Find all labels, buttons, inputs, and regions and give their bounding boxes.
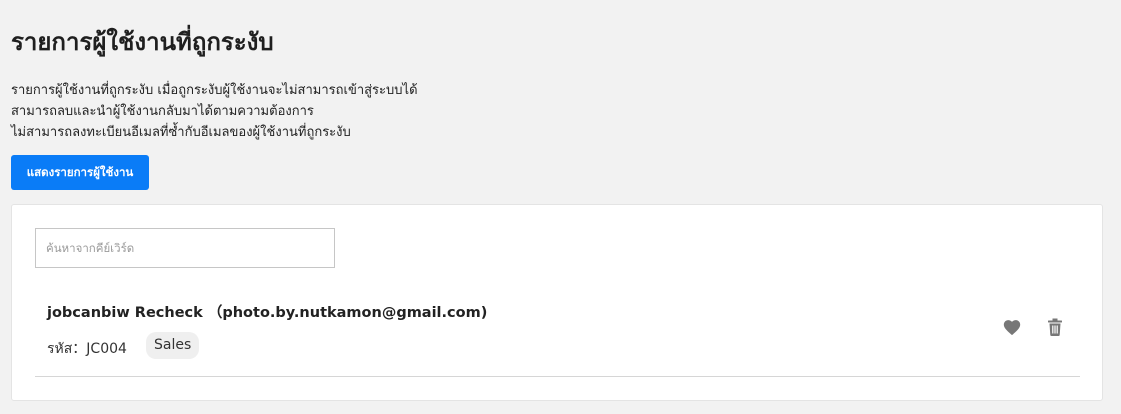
user-name-email: jobcanbiw Recheck （photo.by.nutkamon@gma… [47,305,488,321]
user-code: รหัส：JC004 [47,341,127,357]
list-item: jobcanbiw Recheck （photo.by.nutkamon@gma… [35,285,1080,377]
show-users-button[interactable]: แสดงรายการผู้ใช้งาน [11,155,149,190]
description-line: ไม่สามารถลงทะเบียนอีเมลที่ซ้ำกับอีเมลของ… [11,125,351,140]
description-line: รายการผู้ใช้งานที่ถูกระงับ เมื่อถูกระงับ… [11,83,418,98]
delete-user-button[interactable] [1042,314,1068,340]
page-description: รายการผู้ใช้งานที่ถูกระงับ เมื่อถูกระงับ… [11,80,418,143]
restore-user-button[interactable] [999,314,1025,340]
search-input[interactable] [35,228,335,268]
description-line: สามารถลบและนำผู้ใช้งานกลับมาได้ตามความต้… [11,104,314,119]
trash-icon [1048,318,1062,336]
heart-icon [1003,320,1021,336]
page-title: รายการผู้ใช้งานที่ถูกระงับ [11,28,274,56]
department-badge: Sales [146,332,200,359]
suspended-users-panel: jobcanbiw Recheck （photo.by.nutkamon@gma… [11,204,1103,401]
